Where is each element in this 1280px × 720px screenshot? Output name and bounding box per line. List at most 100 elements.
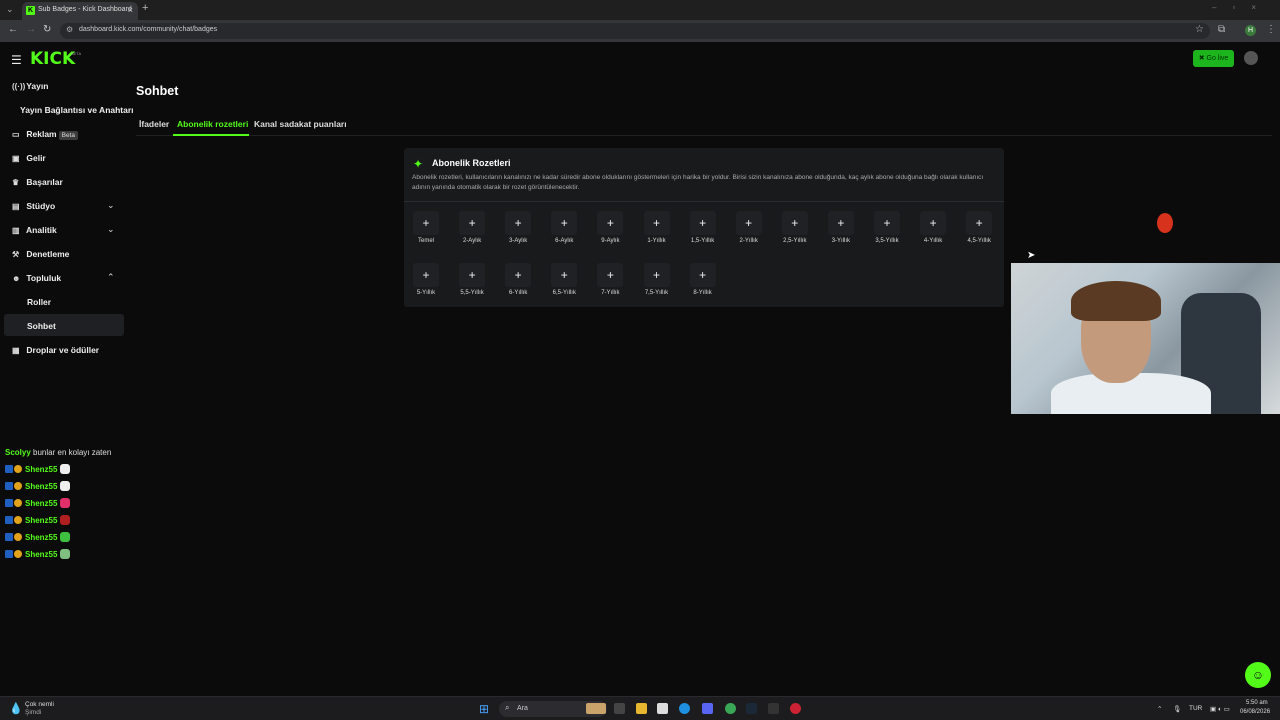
url-field[interactable]: ⚙ dashboard.kick.com/community/chat/badg… [60,23,1210,39]
address-bar: ← → ↻ ⚙ dashboard.kick.com/community/cha… [0,20,1280,42]
add-badge-button[interactable]: + [689,211,716,235]
clock-date[interactable]: 06/08/2026 [1240,709,1270,715]
add-badge-button[interactable]: + [597,211,624,235]
sidebar-item-reklam[interactable]: ▭ Reklam Beta [12,129,78,140]
sidebar-item-topluluk[interactable]: ☻ Topluluk [12,273,61,283]
app-icon[interactable] [790,703,801,714]
menu-icon[interactable]: ☰ [11,53,22,67]
add-badge-button[interactable]: + [920,211,947,235]
add-badge-button[interactable]: + [413,211,439,235]
clock-time[interactable]: 5:50 am [1246,700,1268,706]
browser-profile-avatar[interactable]: H [1245,25,1256,36]
mic-icon[interactable]: 🎙 [1173,705,1181,713]
chat-username[interactable]: Shenz55 [25,499,57,508]
add-badge-button[interactable]: + [459,263,486,287]
reload-icon[interactable]: ↻ [43,24,51,35]
add-badge-button[interactable]: + [597,263,624,287]
ad-icon: ▭ [12,130,20,139]
sidebar-item-roller[interactable]: Roller [27,297,51,307]
badge-slot: +6,5-Yıllık [544,263,584,303]
discord-icon[interactable] [702,703,713,714]
broadcaster-badge-icon [5,465,13,473]
sidebar-item-sohbet[interactable]: Sohbet [27,321,56,331]
mouse-cursor-icon: ➤ [1027,250,1036,261]
chat-username[interactable]: Shenz55 [25,550,57,559]
badge-slot: +4,5-Yıllık [959,211,999,251]
chat-message: Shenz55 [5,532,71,542]
edge-icon[interactable] [679,703,690,714]
go-live-button[interactable]: ✖ Go live [1193,50,1234,67]
tab-list-icon[interactable]: ⌄ [6,4,14,15]
sub-badge-icon [14,499,22,507]
add-badge-button[interactable]: + [643,211,670,235]
tab-kanal-sadakat[interactable]: Kanal sadakat puanları [254,119,347,129]
add-badge-button[interactable]: + [413,263,439,287]
sidebar-item-droplar[interactable]: ▦ Droplar ve ödüller [12,345,99,355]
chat-username[interactable]: Shenz55 [25,516,57,525]
add-badge-button[interactable]: + [874,211,900,235]
chart-icon: ▥ [12,226,20,235]
sidebar-item-stream-key[interactable]: Yayın Bağlantısı ve Anahtarı [20,105,134,115]
forward-icon[interactable]: → [26,24,36,35]
chat-username[interactable]: Shenz55 [25,482,57,491]
chat-username[interactable]: Shenz55 [25,533,57,542]
user-avatar[interactable] [1244,51,1258,65]
add-badge-button[interactable]: + [689,263,716,287]
store-icon[interactable] [657,703,668,714]
kick-logo[interactable]: KICK [30,49,75,69]
sidebar-item-studyo[interactable]: ▤ Stüdyo [12,201,55,211]
language-indicator[interactable]: TUR [1189,705,1202,712]
sidebar-item-analitik[interactable]: ▥ Analitik [12,225,57,235]
widget-app-icon[interactable] [586,703,606,714]
badge-slot: +9-Aylık [590,211,630,251]
close-tab-icon[interactable]: × [128,5,133,15]
site-info-icon[interactable]: ⚙ [66,25,73,34]
chevron-down-icon[interactable]: ⌄ [107,200,115,211]
chevron-down-icon[interactable]: ⌄ [107,224,115,235]
add-badge-button[interactable]: + [459,211,486,235]
add-badge-button[interactable]: + [643,263,670,287]
badge-label: Temel [417,238,434,244]
sidebar-item-yayin[interactable]: ((·)) Yayın [12,81,48,91]
tab-ifadeler[interactable]: İfadeler [139,119,169,129]
file-explorer-icon[interactable] [636,703,647,714]
add-badge-button[interactable]: + [827,211,854,235]
windows-start-icon[interactable]: ⊞ [479,702,489,716]
add-badge-button[interactable]: + [551,211,578,235]
add-badge-button[interactable]: + [735,211,762,235]
epic-games-icon[interactable] [768,703,779,714]
support-chat-button[interactable]: ☺ [1245,662,1271,688]
weather-icon[interactable]: 💧 [9,702,23,715]
add-badge-button[interactable]: + [781,211,808,235]
network-volume-icons[interactable]: ▣ ◐ ▭ [1210,705,1230,713]
chat-message: Shenz55 [5,515,71,525]
sidebar-item-gelir[interactable]: ▣ Gelir [12,153,46,163]
sparkle-icon: ✦ [413,157,424,171]
window-controls[interactable]: –▫× [1212,3,1272,12]
weather-condition[interactable]: Çok nemli [25,701,54,708]
add-badge-button[interactable]: + [505,263,532,287]
add-badge-button[interactable]: + [551,263,578,287]
browser-tab[interactable]: K Sub Badges - Kick Dashboard × [22,2,138,20]
add-badge-button[interactable]: + [505,211,532,235]
tab-abonelik-rozetleri[interactable]: Abonelik rozetleri [177,119,248,129]
new-tab-icon[interactable]: + [142,2,148,14]
chat-username[interactable]: Shenz55 [25,465,57,474]
wallet-icon: ▣ [12,154,20,163]
browser-menu-icon[interactable]: ⋮ [1266,24,1276,35]
tray-chevron-icon[interactable]: ⌃ [1157,705,1162,713]
steam-icon[interactable] [746,703,757,714]
sidebar-item-denetleme[interactable]: ⚒ Denetleme [12,249,69,259]
sidebar-item-label: Yayın Bağlantısı ve Anahtarı [20,105,134,115]
task-view-icon[interactable] [614,703,625,714]
back-icon[interactable]: ← [8,24,18,35]
hammer-icon: ⚒ [12,250,20,259]
chevron-up-icon[interactable]: ⌃ [107,272,115,283]
add-badge-button[interactable]: + [966,211,993,235]
chat-message: Shenz55 [5,481,71,491]
chrome-icon[interactable] [725,703,736,714]
extensions-icon[interactable]: ⧉ [1218,24,1225,35]
url-text[interactable]: dashboard.kick.com/community/chat/badges [79,26,217,33]
bookmark-star-icon[interactable]: ☆ [1195,24,1204,35]
sidebar-item-basarilar[interactable]: ♛ Başarılar [12,177,63,187]
